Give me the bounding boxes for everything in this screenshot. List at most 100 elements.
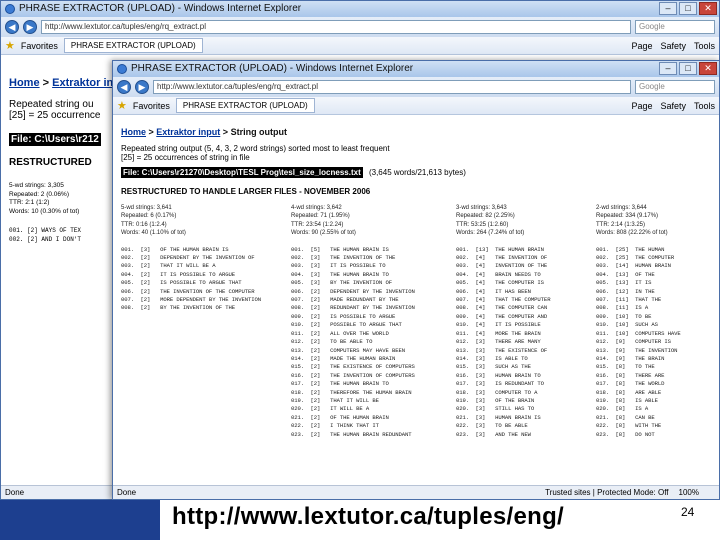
close-icon[interactable]: ✕: [699, 2, 717, 15]
list-item: 010. [10] SUCH AS: [596, 321, 658, 329]
list-item: 019. [8] IS ABLE: [596, 396, 658, 404]
footer-url[interactable]: http://www.lextutor.ca/tuples/eng/: [172, 503, 564, 531]
list-item: 004. [2] IT IS POSSIBLE TO ARGUE: [121, 270, 235, 278]
column-stat: 5-wd strings: 3,641: [121, 205, 172, 211]
minimize-icon[interactable]: –: [659, 62, 677, 75]
list-item: 004. [4] BRAIN NEEDS TO: [456, 270, 541, 278]
tools-menu[interactable]: Tools: [694, 101, 715, 111]
string-column: 5-wd strings: 3,641 Repeated: 6 (0.17%) TT…: [121, 204, 261, 313]
minimize-icon[interactable]: –: [659, 2, 677, 15]
column-stat: TTR: 0:16 (1:2.4): [121, 221, 167, 228]
back-url-field[interactable]: http://www.lextutor.ca/tuples/eng/rq_ext…: [41, 20, 631, 34]
front-url-field[interactable]: http://www.lextutor.ca/tuples/eng/rq_ext…: [153, 80, 631, 94]
list-item: 011. [10] COMPUTERS HAVE: [596, 329, 681, 337]
back-search-field[interactable]: Google: [635, 20, 715, 34]
front-status-zone: Trusted sites | Protected Mode: Off: [545, 488, 669, 497]
back-toolbar-menus: Page Safety Tools: [631, 41, 715, 51]
list-item: 022. [2] I THINK THAT IT: [291, 422, 379, 430]
list-item: 006. [2] THE INVENTION OF THE COMPUTER: [121, 287, 255, 295]
back-tab[interactable]: PHRASE EXTRACTOR (UPLOAD): [63, 38, 203, 53]
list-item: 008. [2] REDUNDANT BY THE INVENTION: [291, 304, 415, 312]
column-stat: TTR: 2:14 (1:3.25): [596, 221, 646, 228]
column-stat: 4-wd strings: 3,642: [291, 205, 342, 211]
list-item: 008. [4] THE COMPUTER CAN: [456, 304, 548, 312]
front-breadcrumb: Home > Extraktor input > String output: [121, 127, 711, 137]
back-favorites-label[interactable]: Favorites: [21, 41, 58, 51]
tools-menu[interactable]: Tools: [694, 41, 715, 51]
forward-arrow-icon[interactable]: ▶: [135, 80, 149, 94]
list-item: 014. [9] THE BRAIN: [596, 354, 665, 362]
safety-menu[interactable]: Safety: [660, 101, 686, 111]
list-item: 021. [3] HUMAN BRAIN IS: [456, 413, 541, 421]
list-item: 005. [4] THE COMPUTER IS: [456, 279, 544, 287]
list-item: 006. [12] IN THE: [596, 287, 655, 295]
list-item: 003. [2] THAT IT WILL BE A: [121, 262, 216, 270]
front-favorites-label[interactable]: Favorites: [133, 101, 170, 111]
column-stat: Repeated: 334 (9.17%): [596, 213, 659, 220]
back-arrow-icon[interactable]: ◀: [5, 20, 19, 34]
front-crumb-sep: >: [146, 127, 157, 137]
maximize-icon[interactable]: □: [679, 62, 697, 75]
column-stat: TTR: 53:25 (1:2.60): [456, 221, 509, 228]
front-line2: [25] = 25 occurrences of string in file: [121, 153, 250, 162]
front-browser-window: PHRASE EXTRACTOR (UPLOAD) - Windows Inte…: [112, 60, 720, 500]
front-crumb-home[interactable]: Home: [121, 127, 146, 137]
front-title-bar: PHRASE EXTRACTOR (UPLOAD) - Windows Inte…: [113, 61, 719, 77]
back-window-title: PHRASE EXTRACTOR (UPLOAD) - Windows Inte…: [19, 3, 302, 14]
list-item: 003. [14] HUMAN BRAIN: [596, 262, 671, 270]
column-stat: 3-wd strings: 3,643: [456, 205, 507, 211]
list-item: 001. [5] THE HUMAN BRAIN IS: [291, 245, 389, 253]
list-item: 017. [8] THE WORLD: [596, 380, 665, 388]
column-stat: Words: 264 (7.24% of tot): [456, 230, 525, 237]
list-item: 021. [2] OF THE HUMAN BRAIN: [291, 413, 389, 421]
list-item: 007. [2] MORE DEPENDENT BY THE INVENTION: [121, 296, 262, 304]
list-item: 012. [2] TO BE ABLE TO: [291, 338, 373, 346]
page-menu[interactable]: Page: [631, 41, 652, 51]
list-item: 022. [8] WITH THE: [596, 422, 662, 430]
front-tab[interactable]: PHRASE EXTRACTOR (UPLOAD): [175, 98, 315, 113]
list-item: 011. [2] ALL OVER THE WORLD: [291, 329, 389, 337]
list-item: 023. [8] DO NOT: [596, 430, 655, 438]
front-zoom[interactable]: 100%: [679, 486, 699, 499]
list-item: 018. [3] COMPUTER TO A: [456, 388, 538, 396]
forward-arrow-icon[interactable]: ▶: [23, 20, 37, 34]
list-item: 017. [3] IS REDUNDANT TO: [456, 380, 544, 388]
back-favorites-bar: ★ Favorites PHRASE EXTRACTOR (UPLOAD) Pa…: [1, 37, 719, 55]
front-file-label: File: C:\Users\r21270\Desktop\TESL Prog\…: [121, 167, 363, 178]
favorites-star-icon[interactable]: ★: [5, 39, 15, 52]
back-crumb-link[interactable]: Extraktor in: [52, 77, 113, 89]
string-column: 2-wd strings: 3,644 Repeated: 334 (9.17%)…: [596, 204, 681, 439]
close-icon[interactable]: ✕: [699, 62, 717, 75]
back-crumb-home[interactable]: Home: [9, 77, 40, 89]
front-line1: Repeated string output (5, 4, 3, 2 word …: [121, 144, 390, 153]
page-menu[interactable]: Page: [631, 101, 652, 111]
back-arrow-icon[interactable]: ◀: [117, 80, 131, 94]
column-stat: 2-wd strings: 3,644: [596, 205, 647, 211]
front-crumb-link[interactable]: Extraktor input: [156, 127, 220, 137]
list-item: 018. [2] THEREFORE THE HUMAN BRAIN: [291, 388, 412, 396]
maximize-icon[interactable]: □: [679, 2, 697, 15]
safety-menu[interactable]: Safety: [660, 41, 686, 51]
list-item: 006. [2] DEPENDENT BY THE INVENTION: [291, 287, 415, 295]
front-search-field[interactable]: Google: [635, 80, 715, 94]
list-item: 015. [3] SUCH AS THE: [456, 363, 531, 371]
list-item: 009. [4] THE COMPUTER AND: [456, 312, 548, 320]
favorites-star-icon[interactable]: ★: [117, 99, 127, 112]
list-item: 014. [2] MADE THE HUMAN BRAIN: [291, 354, 396, 362]
list-item: 006. [4] IT HAS BEEN: [456, 287, 531, 295]
list-item: 003. [4] INVENTION OF THE: [456, 262, 548, 270]
front-restructured: RESTRUCTURED TO HANDLE LARGER FILES - NO…: [121, 187, 371, 196]
list-item: 016. [3] HUMAN BRAIN TO: [456, 371, 541, 379]
list-item: 002. [4] THE INVENTION OF: [456, 254, 548, 262]
ie-logo-icon: [5, 4, 15, 14]
list-item: 014. [3] IS ABLE TO: [456, 354, 528, 362]
list-item: 009. [2] IS POSSIBLE TO ARGUE: [291, 312, 396, 320]
back-file-label: File: C:\Users\r212: [9, 133, 101, 146]
list-item: 020. [8] IS A: [596, 405, 649, 413]
back-status-text: Done: [5, 488, 25, 497]
list-item: 020. [3] STILL HAS TO: [456, 405, 535, 413]
list-item: 005. [3] BY THE INVENTION OF: [291, 279, 392, 287]
front-crumb-current: String output: [230, 127, 288, 137]
list-item: 022. [3] TO BE ABLE: [456, 422, 528, 430]
front-address-bar: ◀ ▶ http://www.lextutor.ca/tuples/eng/rq…: [113, 77, 719, 97]
